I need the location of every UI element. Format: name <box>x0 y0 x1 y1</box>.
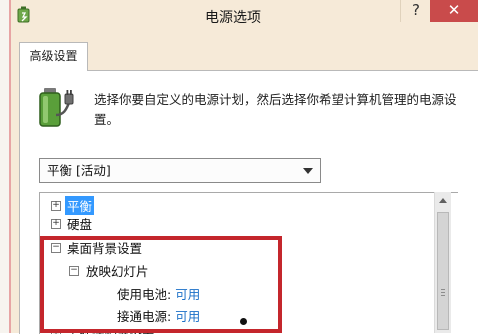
tree-item-slideshow[interactable]: 放映幻灯片 <box>86 261 149 280</box>
power-plan-select[interactable]: 平衡 [活动] <box>39 158 321 183</box>
tree-item-plugged-in[interactable]: 接通电源: 可用 <box>117 306 200 325</box>
battery-plug-icon <box>39 88 74 127</box>
left-background-strip <box>0 0 9 333</box>
tree-item-desktop-background[interactable]: 桌面背景设置 <box>67 238 142 257</box>
description-text: 选择你要自定义的电源计划，然后选择你希望计算机管理的电源设置。 <box>94 92 457 127</box>
help-button[interactable]: ? <box>400 0 431 22</box>
grip-line <box>441 292 445 293</box>
power-plan-value: 平衡 [活动] <box>47 163 111 178</box>
tree-item-hard-disk[interactable]: 硬盘 <box>67 214 92 233</box>
on-battery-value[interactable]: 可用 <box>175 287 200 302</box>
plugged-in-label: 接通电源: <box>117 309 172 324</box>
power-options-icon <box>17 6 30 23</box>
expand-icon[interactable]: + <box>51 219 61 229</box>
settings-tree: + 平衡 + 硬盘 − 桌面背景设置 − 放映幻灯片 使用电池: 可用 接通电源… <box>39 192 458 334</box>
plugged-in-value[interactable]: 可用 <box>175 309 200 324</box>
collapse-icon[interactable]: − <box>69 266 79 276</box>
tree-item-balanced[interactable]: 平衡 <box>65 196 95 215</box>
collapse-icon[interactable]: − <box>51 243 61 253</box>
cursor-dot <box>240 318 247 325</box>
chevron-down-icon <box>303 168 313 174</box>
tree-item-on-battery[interactable]: 使用电池: 可用 <box>117 284 200 303</box>
grip-line <box>441 295 445 296</box>
on-battery-label: 使用电池: <box>117 287 172 302</box>
window-title: 电源选项 <box>205 10 261 26</box>
scroll-up-arrow-icon[interactable] <box>439 198 447 203</box>
scrollbar-thumb[interactable] <box>437 212 449 330</box>
tab-advanced-settings[interactable]: 高级设置 <box>19 42 88 71</box>
vertical-scrollbar[interactable] <box>434 192 451 333</box>
close-button[interactable]: ✕ <box>430 0 478 22</box>
expand-icon[interactable]: + <box>51 201 61 211</box>
grip-line <box>441 289 445 290</box>
